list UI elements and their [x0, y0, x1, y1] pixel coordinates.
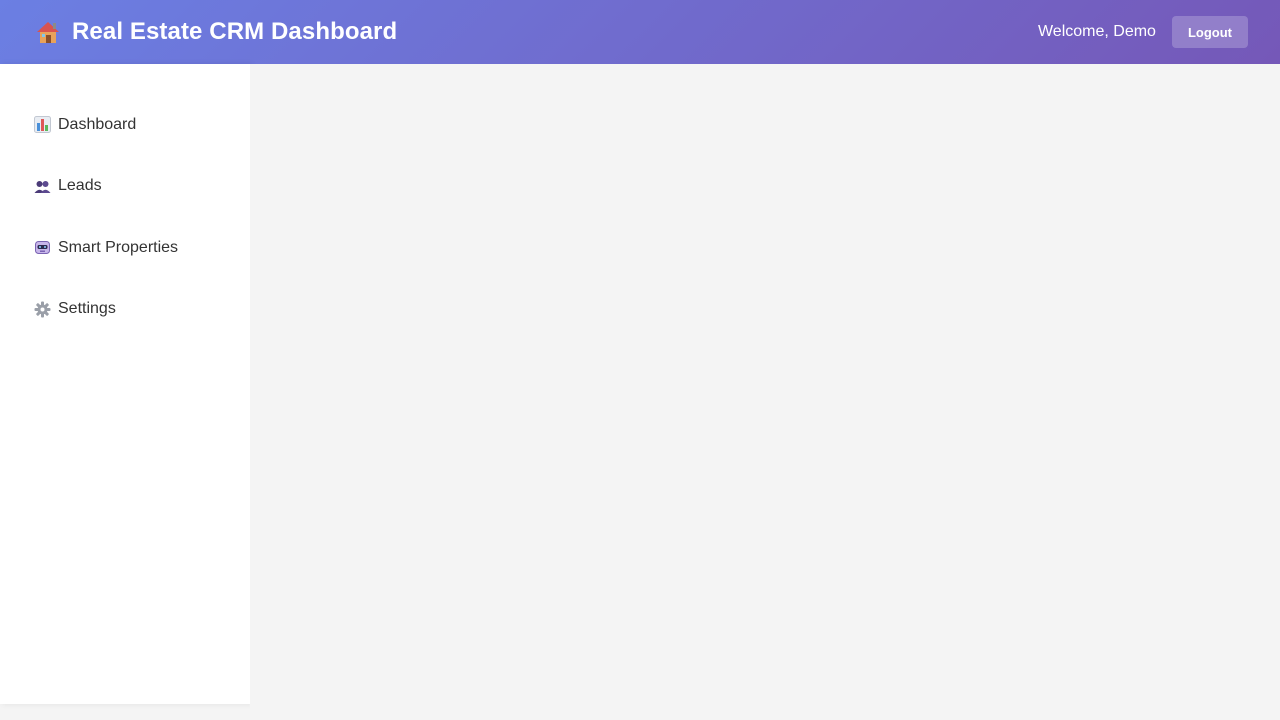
house-icon [34, 18, 62, 46]
main-content [250, 64, 1280, 720]
page-title: Real Estate CRM Dashboard [72, 18, 398, 45]
sidebar-item-leads[interactable]: Leads [0, 166, 250, 207]
top-header: Real Estate CRM Dashboard Welcome, Demo … [0, 0, 1280, 64]
header-user-area: Welcome, Demo Logout [1038, 16, 1248, 48]
sidebar-item-label: Settings [58, 300, 116, 317]
people-icon [34, 178, 51, 195]
sidebar-item-label: Dashboard [58, 115, 137, 133]
sidebar: Dashboard Leads Smart Properties Setting… [0, 64, 250, 704]
sidebar-item-dashboard[interactable]: Dashboard [0, 104, 250, 145]
sidebar-item-label: Leads [58, 177, 102, 194]
sidebar-item-smart-properties[interactable]: Smart Properties [0, 227, 250, 268]
robot-icon [34, 239, 51, 256]
gear-icon [34, 301, 51, 318]
welcome-text: Welcome, Demo [1037, 23, 1156, 40]
sidebar-item-label: Smart Properties [58, 238, 179, 256]
bar-chart-icon [34, 116, 51, 133]
sidebar-item-settings[interactable]: Settings [0, 289, 250, 330]
logout-button[interactable]: Logout [1171, 16, 1248, 48]
brand: Real Estate CRM Dashboard [34, 18, 397, 46]
